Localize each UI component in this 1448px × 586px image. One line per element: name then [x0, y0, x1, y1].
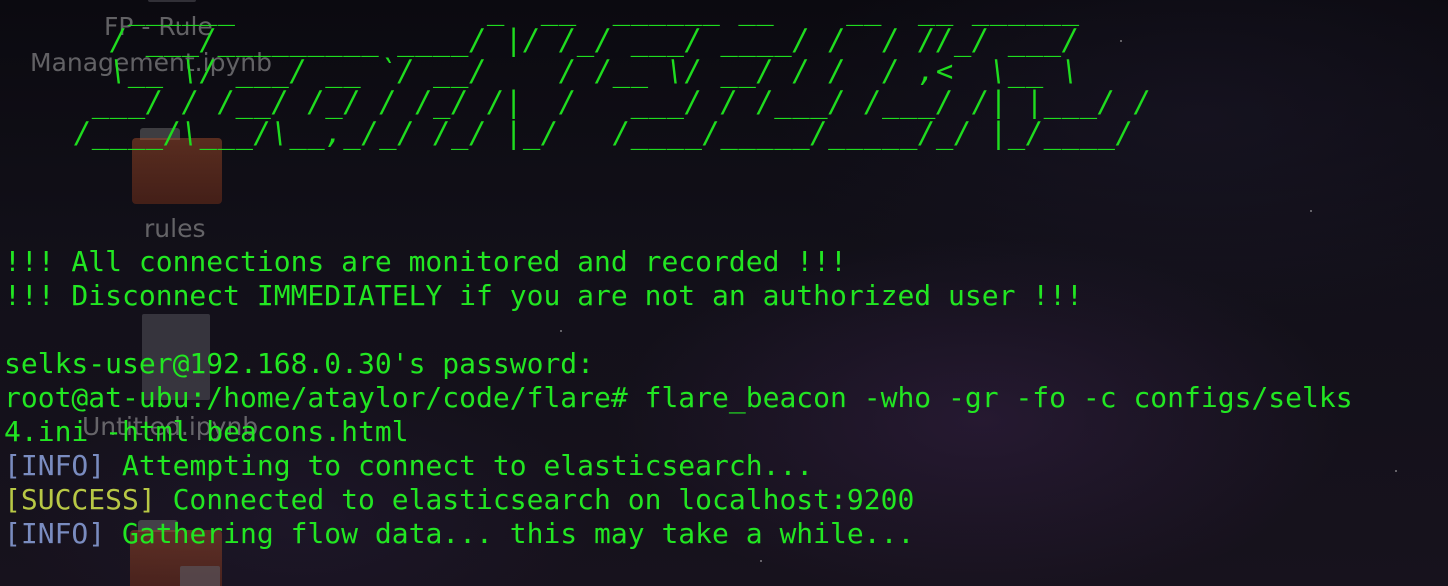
log-line: [INFO] Gathering flow data... this may t… [4, 517, 914, 551]
banner-line: / ___/_________ ____/ |/ /_/ ___/ ____/ … [2, 23, 1080, 57]
password-prompt: selks-user@192.168.0.30's password: [4, 347, 595, 380]
log-tag-success: [SUCCESS] [4, 483, 156, 516]
log-line: [SUCCESS] Connected to elasticsearch on … [4, 483, 914, 517]
log-message: Connected to elasticsearch on localhost:… [155, 483, 915, 516]
log-tag-info: [INFO] [4, 517, 106, 550]
banner-line: ___/ / /__/ /_/ / /_/ /| / ___/ / /___/ … [2, 85, 1170, 119]
warning-line: !!! Disconnect IMMEDIATELY if you are no… [4, 279, 1083, 312]
command-line: root@at-ubu:/home/ataylor/code/flare# fl… [4, 381, 1353, 414]
log-message: Gathering flow data... this may take a w… [105, 517, 915, 550]
log-message: Attempting to connect to elasticsearch..… [105, 449, 814, 482]
banner-line: \__ \/ ___/ __ `/ __/ / /__ \/ __/ / / /… [2, 54, 1098, 88]
command-line-wrap: 4.ini -html beacons.html [4, 415, 409, 448]
banner-line: /____/\___/\__,_/_/ /_/ |_/ /____/_____/… [2, 116, 1170, 150]
warning-line: !!! All connections are monitored and re… [4, 245, 847, 278]
terminal-window[interactable]: ______ _ __ ______ __ __ __ ______ / ___… [0, 0, 1448, 586]
log-line: [INFO] Attempting to connect to elastics… [4, 449, 813, 483]
ascii-banner: ______ _ __ ______ __ __ __ ______ / ___… [2, 0, 1169, 149]
log-tag-info: [INFO] [4, 449, 106, 482]
desktop-background: FP - Rule Management.ipynb rules Untitle… [0, 0, 1448, 586]
